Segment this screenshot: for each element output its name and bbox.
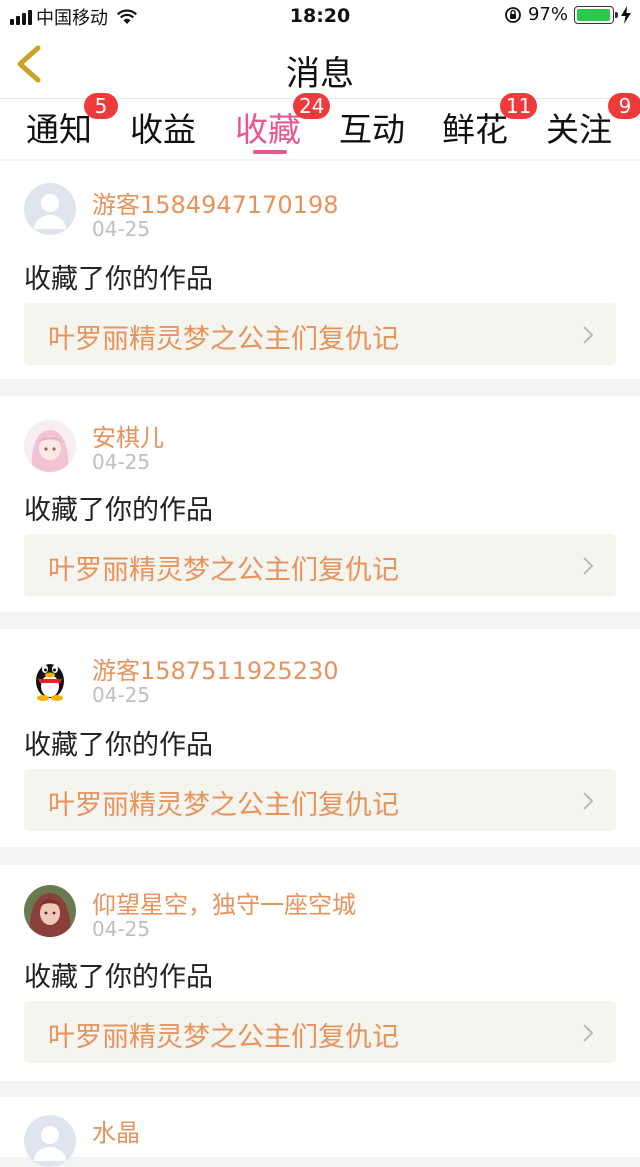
avatar[interactable] [24, 885, 76, 937]
work-link[interactable]: 叶罗丽精灵梦之公主们复仇记 [24, 303, 616, 365]
list-item: 安棋儿 04-25 收藏了你的作品 叶罗丽精灵梦之公主们复仇记 [0, 396, 640, 612]
avatar[interactable] [24, 1115, 76, 1167]
chevron-right-icon [583, 557, 594, 575]
chevron-right-icon [583, 792, 594, 810]
action-text: 收藏了你的作品 [24, 495, 213, 526]
status-bar: 中国移动 18:20 97% [0, 0, 640, 32]
username[interactable]: 安棋儿 [92, 418, 164, 453]
work-link[interactable]: 叶罗丽精灵梦之公主们复仇记 [24, 1001, 616, 1063]
tab-follows[interactable]: 关注 9 [546, 93, 640, 151]
page-title: 消息 [286, 54, 354, 94]
anime-girl-avatar [24, 420, 76, 472]
tab-label: 通知 [26, 110, 92, 149]
active-tab-indicator [253, 150, 287, 154]
date: 04-25 [92, 217, 151, 241]
nav-bar: 消息 [0, 32, 640, 99]
list-item: 仰望星空，独守一座空城 04-25 收藏了你的作品 叶罗丽精灵梦之公主们复仇记 [0, 865, 640, 1081]
battery-percent: 97% [527, 4, 568, 25]
count-badge: 5 [84, 93, 118, 119]
status-right: 97% [504, 4, 632, 25]
default-avatar-icon [24, 1115, 76, 1167]
action-text: 收藏了你的作品 [24, 264, 213, 295]
username[interactable]: 水晶 [92, 1113, 140, 1148]
count-badge: 11 [500, 93, 538, 119]
chevron-right-icon [583, 1024, 594, 1042]
avatar[interactable] [24, 651, 76, 703]
list-item: 游客1584947170198 04-25 收藏了你的作品 叶罗丽精灵梦之公主们… [0, 161, 640, 379]
username[interactable]: 游客1584947170198 [92, 185, 339, 220]
list-item: 游客1587511925230 04-25 收藏了你的作品 叶罗丽精灵梦之公主们… [0, 629, 640, 847]
tab-notifications[interactable]: 通知 5 [26, 93, 118, 151]
work-title: 叶罗丽精灵梦之公主们复仇记 [48, 1022, 399, 1053]
girl-photo-avatar [24, 885, 76, 937]
avatar[interactable] [24, 183, 76, 235]
tab-favorites[interactable]: 收藏 24 [235, 93, 331, 151]
tab-label: 互动 [339, 110, 405, 149]
work-link[interactable]: 叶罗丽精灵梦之公主们复仇记 [24, 769, 616, 831]
orientation-lock-icon [505, 6, 521, 23]
list-item: 水晶 [0, 1097, 640, 1167]
default-avatar-icon [24, 183, 76, 235]
tab-flowers[interactable]: 鲜花 11 [442, 93, 538, 151]
penguin-avatar [24, 651, 76, 703]
avatar[interactable] [24, 420, 76, 472]
work-title: 叶罗丽精灵梦之公主们复仇记 [48, 555, 399, 586]
username[interactable]: 仰望星空，独守一座空城 [92, 885, 356, 920]
count-badge: 9 [608, 93, 640, 119]
action-text: 收藏了你的作品 [24, 962, 213, 993]
tab-label: 鲜花 [442, 110, 508, 149]
work-link[interactable]: 叶罗丽精灵梦之公主们复仇记 [24, 534, 616, 596]
charging-icon [621, 5, 631, 24]
username[interactable]: 游客1587511925230 [92, 651, 339, 686]
tab-label: 关注 [546, 110, 612, 149]
work-title: 叶罗丽精灵梦之公主们复仇记 [48, 324, 399, 355]
date: 04-25 [92, 450, 151, 474]
count-badge: 24 [293, 93, 331, 119]
date: 04-25 [92, 683, 151, 707]
chevron-right-icon [583, 326, 594, 344]
battery-icon [574, 5, 618, 24]
date: 04-25 [92, 917, 151, 941]
tab-bar: 通知 5 收益 收藏 24 互动 鲜花 11 关注 9 [0, 93, 640, 159]
tab-label: 收益 [130, 110, 196, 149]
battery-fill [577, 8, 610, 21]
tab-interactions[interactable]: 互动 [339, 103, 405, 151]
work-title: 叶罗丽精灵梦之公主们复仇记 [48, 790, 399, 821]
action-text: 收藏了你的作品 [24, 730, 213, 761]
tab-label: 收藏 [235, 110, 301, 149]
tab-earnings[interactable]: 收益 [130, 103, 196, 151]
